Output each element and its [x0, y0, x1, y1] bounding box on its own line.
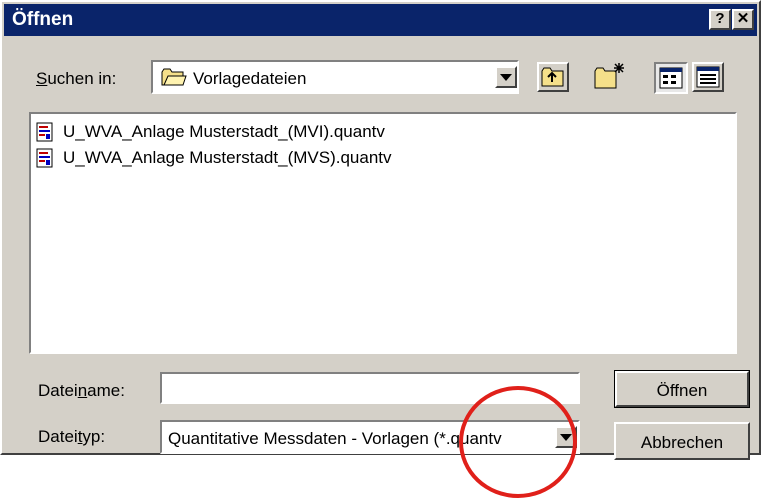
file-list[interactable]: U_WVA_Anlage Musterstadt_(MVI).quantv U_… [29, 112, 737, 354]
details-view-button[interactable] [692, 62, 724, 92]
folder-icon [161, 68, 187, 86]
highlight-circle [459, 386, 577, 498]
window-title: Öffnen [12, 9, 74, 30]
filename-label: Dateiname: [38, 381, 125, 400]
look-in-value: Vorlagedateien [193, 69, 307, 88]
look-in-dropdown-button[interactable] [495, 66, 517, 88]
look-in-combo[interactable]: Vorlagedateien [151, 60, 519, 94]
title-bar[interactable]: Öffnen ? ✕ [4, 4, 757, 36]
open-button[interactable]: Öffnen [614, 370, 750, 408]
list-view-icon [659, 67, 683, 89]
list-item[interactable]: U_WVA_Anlage Musterstadt_(MVS).quantv [35, 146, 392, 170]
document-icon [36, 122, 53, 142]
close-icon: ✕ [736, 10, 750, 27]
file-name: U_WVA_Anlage Musterstadt_(MVI).quantv [63, 122, 385, 141]
file-name: U_WVA_Anlage Musterstadt_(MVS).quantv [63, 148, 392, 167]
filetype-label: Dateityp: [38, 427, 106, 446]
chevron-down-icon [500, 74, 512, 81]
details-view-icon [696, 66, 720, 88]
new-folder-icon [594, 63, 624, 89]
open-button-label: Öffnen [656, 381, 708, 400]
open-dialog: Öffnen ? ✕ Suchen in: Vorlagedateien U_W… [0, 0, 761, 460]
help-button[interactable]: ? [709, 9, 731, 30]
list-view-button[interactable] [654, 62, 688, 94]
folder-up-icon [541, 67, 564, 87]
new-folder-button[interactable] [592, 60, 626, 92]
filetype-value: Quantitative Messdaten - Vorlagen (*.qua… [168, 429, 502, 448]
up-folder-button[interactable] [537, 62, 569, 92]
look-in-label: Suchen in: [36, 69, 117, 88]
cancel-button-label: Abbrechen [640, 433, 724, 452]
cancel-button[interactable]: Abbrechen [614, 422, 750, 460]
document-icon [36, 148, 53, 168]
close-button[interactable]: ✕ [732, 9, 754, 30]
look-in-label-rest: uchen in: [47, 69, 117, 88]
list-item[interactable]: U_WVA_Anlage Musterstadt_(MVI).quantv [35, 120, 385, 144]
